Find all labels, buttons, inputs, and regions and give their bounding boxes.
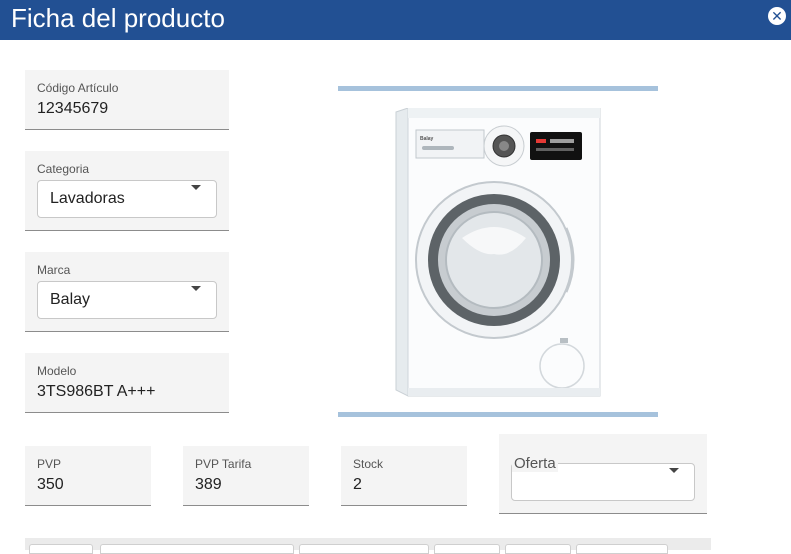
tab-item[interactable] (434, 544, 500, 554)
pvp-tarifa-value[interactable]: 389 (195, 476, 222, 494)
categoria-label: Categoria (37, 162, 90, 176)
pvp-value[interactable]: 350 (37, 476, 64, 494)
pvp-field[interactable]: PVP 350 (25, 446, 151, 506)
chevron-down-icon[interactable] (191, 286, 201, 291)
modelo-field[interactable]: Modelo 3TS986BT A+++ (25, 353, 229, 413)
tab-item[interactable] (299, 544, 429, 554)
pvp-tarifa-field[interactable]: PVP Tarifa 389 (183, 446, 309, 506)
tab-item[interactable] (576, 544, 668, 554)
stock-field[interactable]: Stock 2 (341, 446, 467, 506)
categoria-selected-value: Lavadoras (50, 190, 125, 207)
codigo-articulo-field[interactable]: Código Artículo 12345679 (25, 70, 229, 130)
tab-item[interactable] (505, 544, 571, 554)
washing-machine-icon (395, 108, 601, 397)
marca-selected-value: Balay (50, 291, 91, 308)
close-icon[interactable]: ✕ (768, 7, 786, 25)
categoria-field: Categoria Lavadoras (25, 151, 229, 231)
categoria-select[interactable]: Lavadoras (37, 180, 217, 218)
tab-item[interactable] (29, 544, 93, 554)
marca-select[interactable]: Balay (37, 281, 217, 319)
chevron-down-icon[interactable] (191, 185, 201, 190)
title-bar: Ficha del producto ✕ (0, 0, 791, 40)
codigo-articulo-value[interactable]: 12345679 (37, 100, 108, 118)
modelo-label: Modelo (37, 364, 77, 378)
dialog-title: Ficha del producto (11, 3, 225, 33)
product-image-panel: Balay (338, 86, 658, 418)
marca-label: Marca (37, 263, 71, 277)
image-frame-bottom-line (338, 412, 658, 417)
bottom-tab-strip (25, 538, 711, 554)
image-frame-top-line (338, 86, 658, 91)
pvp-label: PVP (37, 457, 62, 471)
oferta-field: Oferta (499, 434, 707, 514)
chevron-down-icon[interactable] (669, 468, 679, 473)
codigo-articulo-label: Código Artículo (37, 81, 119, 95)
marca-field: Marca Balay (25, 252, 229, 332)
modelo-value[interactable]: 3TS986BT A+++ (37, 383, 155, 401)
brand-badge: Balay (420, 136, 434, 142)
stock-value[interactable]: 2 (353, 476, 362, 494)
stock-label: Stock (353, 457, 384, 471)
oferta-label: Oferta (512, 455, 558, 472)
tab-item[interactable] (100, 544, 294, 554)
pvp-tarifa-label: PVP Tarifa (195, 457, 252, 471)
